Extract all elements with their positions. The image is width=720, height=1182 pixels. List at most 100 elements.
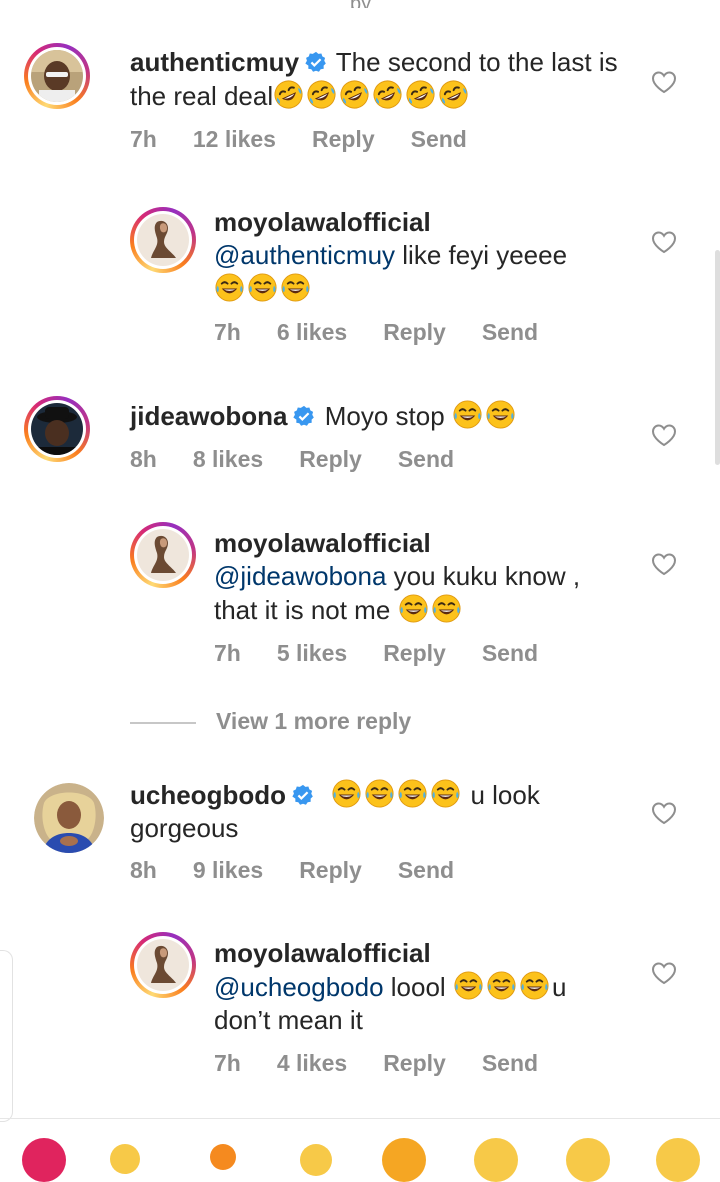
rofl-emoji [340,80,369,109]
likes-count[interactable]: 5 likes [277,640,347,666]
clap-emoji[interactable] [110,1144,140,1174]
reply-button[interactable]: Reply [299,446,362,472]
open-mouth-emoji[interactable] [566,1138,610,1182]
avatar[interactable] [130,522,196,588]
reply-button[interactable]: Reply [383,640,446,666]
comment-body: moyolawalofficial @ucheogbodo loool u do… [214,937,614,1037]
truncated-reply-text: py [350,0,371,8]
heart-outline-icon[interactable] [651,961,677,985]
comment-text: Moyo stop [324,401,445,431]
avatar[interactable] [130,932,196,998]
heart-outline-icon[interactable] [651,801,677,825]
comment-body: moyolawalofficial @jideawobona you kuku … [214,527,614,627]
raised-hands-emoji[interactable] [300,1144,332,1176]
comment-meta: 7h 4 likes Reply Send [214,1050,574,1077]
heart-outline-icon[interactable] [651,423,677,447]
joy-emoji [332,779,361,808]
avatar[interactable] [24,43,90,109]
likes-count[interactable]: 4 likes [277,1050,347,1076]
send-button[interactable]: Send [482,1050,538,1076]
send-button[interactable]: Send [398,857,454,883]
avatar-photo [31,50,83,102]
emoji-group [214,273,313,304]
verified-badge-icon [292,784,313,805]
send-button[interactable]: Send [398,446,454,472]
comment-text: loool [383,972,446,1002]
likes-count[interactable]: 12 likes [193,126,276,152]
heart-outline-icon[interactable] [651,230,677,254]
reply-button[interactable]: Reply [383,319,446,345]
emoji-group [453,971,552,1002]
heart-outline-icon[interactable] [651,552,677,576]
verified-badge-icon [293,405,315,426]
joy-emoji [399,594,428,623]
rofl-emoji [373,80,402,109]
likes-count[interactable]: 8 likes [193,446,263,472]
comment-username[interactable]: jideawobona [130,401,287,431]
joy-emoji[interactable] [656,1138,700,1182]
joy-emoji [454,971,483,1000]
comment-body: authenticmuy The second to the last is t… [130,46,630,113]
comment-meta: 8h 8 likes Reply Send [130,446,490,473]
reply-button[interactable]: Reply [383,1050,446,1076]
view-more-label: View 1 more reply [216,708,412,734]
heart-eyes-emoji[interactable] [474,1138,518,1182]
comment-time: 8h [130,446,157,472]
comment-username[interactable]: moyolawalofficial [214,938,431,968]
joy-emoji [365,779,394,808]
comment-username[interactable]: authenticmuy [130,47,299,77]
comment-time: 8h [130,857,157,883]
joy-emoji [431,779,460,808]
reply-button[interactable]: Reply [312,126,375,152]
joy-emoji [281,273,310,302]
comment-username[interactable]: moyolawalofficial [214,207,431,237]
send-button[interactable]: Send [482,640,538,666]
emoji-group [273,80,471,111]
avatar[interactable] [34,783,104,853]
view-more-replies-button[interactable]: View 1 more reply [130,708,411,735]
likes-count[interactable]: 6 likes [277,319,347,345]
comment-meta: 7h 5 likes Reply Send [214,640,574,667]
joy-emoji [398,779,427,808]
avatar[interactable] [130,207,196,273]
likes-count[interactable]: 9 likes [193,857,263,883]
joy-emoji [453,400,482,429]
heart-outline-icon[interactable] [651,70,677,94]
comment-username[interactable]: ucheogbodo [130,780,286,810]
joy-emoji [432,594,461,623]
comment-time: 7h [130,126,157,152]
comment-time: 7h [214,319,241,345]
scrollbar-thumb[interactable] [715,250,720,465]
mention-link[interactable]: @ucheogbodo [214,972,384,1002]
send-button[interactable]: Send [411,126,467,152]
rofl-emoji [307,80,336,109]
comment-body: ucheogbodo u look gorgeous [130,778,590,845]
joy-emoji [520,971,549,1000]
comment-body: moyolawalofficial @authenticmuy like fey… [214,206,614,306]
avatar-photo [137,529,189,581]
comment-time: 7h [214,640,241,666]
emoji-group [452,400,518,431]
mention-link[interactable]: @jideawobona [214,561,386,591]
red-heart-emoji[interactable] [22,1138,66,1182]
fire-emoji[interactable] [210,1144,236,1170]
divider-line [130,721,196,724]
emoji-group [398,594,464,625]
rofl-emoji [274,80,303,109]
comment-meta: 7h 12 likes Reply Send [130,126,503,153]
avatar[interactable] [24,396,90,462]
avatar-photo [31,403,83,455]
crying-face-emoji[interactable] [382,1138,426,1182]
emoji-group [331,779,463,810]
mention-link[interactable]: @authenticmuy [214,240,395,270]
send-button[interactable]: Send [482,319,538,345]
comment-meta: 8h 9 likes Reply Send [130,857,490,884]
joy-emoji [487,971,516,1000]
rofl-emoji [439,80,468,109]
reply-button[interactable]: Reply [299,857,362,883]
joy-emoji [248,273,277,302]
joy-emoji [486,400,515,429]
verified-badge-icon [305,51,326,72]
comment-body: jideawobona Moyo stop [130,399,630,433]
comment-username[interactable]: moyolawalofficial [214,528,431,558]
